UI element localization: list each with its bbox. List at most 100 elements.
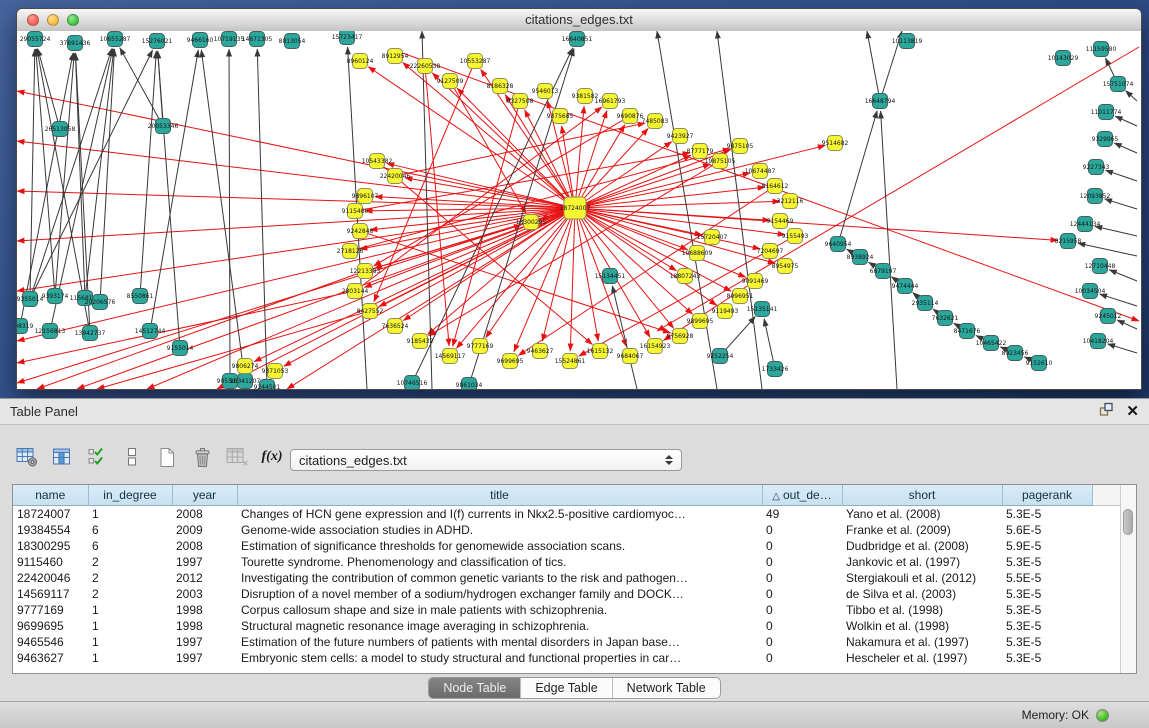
graph-node[interactable]: 9115460 [342,204,369,219]
graph-node[interactable]: 8960124 [347,54,374,69]
graph-node[interactable]: 15134451 [595,269,626,284]
row-selection-mode-button[interactable] [84,444,110,470]
graph-node[interactable]: 8164612 [762,179,789,194]
graph-node[interactable]: 9463627 [527,344,554,359]
graph-node[interactable]: 9777169 [467,339,494,354]
graph-node[interactable]: 2935114 [912,296,939,311]
graph-node[interactable]: 12710448 [1085,259,1116,274]
graph-node[interactable]: 8215958 [1055,234,1082,249]
graph-node[interactable]: 22420046 [380,169,411,184]
graph-node[interactable]: 15276021 [142,34,173,49]
graph-node[interactable]: 15524861 [555,354,586,369]
graph-node[interactable]: 9127509 [437,74,464,89]
graph-node[interactable]: 3212116 [777,194,804,209]
graph-node[interactable]: 10543382 [362,154,393,169]
column-header-out_de[interactable]: △out_de… [762,485,842,506]
graph-node[interactable]: 26513058 [45,122,76,137]
graph-node[interactable]: 2803144 [342,284,369,299]
graph-node[interactable]: 10113819 [892,34,923,49]
graph-node[interactable]: 9154469 [767,214,794,229]
table-row[interactable]: 1456911722003Disruption of a novel membe… [13,586,1123,602]
graph-node[interactable]: 15720407 [697,230,728,245]
graph-node[interactable]: 9393174 [42,289,69,304]
graph-node[interactable]: 1733426 [762,362,789,377]
graph-node[interactable]: 8813054 [279,34,306,49]
graph-node[interactable]: 9355014 [17,292,44,307]
table-row[interactable]: 977716911998Corpus callosum shape and si… [13,602,1123,618]
graph-node[interactable]: 7204697 [757,244,784,259]
graph-node[interactable]: 20053346 [148,119,179,134]
window-titlebar[interactable]: citations_edges.txt [17,9,1141,32]
import-table-disabled-button[interactable]: ✕ [224,444,250,470]
graph-node[interactable]: 8923456 [1002,346,1029,361]
column-header-in_degree[interactable]: in_degree [88,485,172,506]
graph-node[interactable]: 9684067 [617,349,644,364]
tab-node-table[interactable]: Node Table [429,678,520,698]
graph-node[interactable]: 9899695 [687,314,714,329]
graph-node[interactable]: 10418204 [1083,334,1114,349]
graph-node[interactable]: 19875105 [705,154,736,169]
graph-node[interactable]: 9466160 [187,33,214,48]
table-vertical-scrollbar[interactable] [1120,485,1136,673]
close-panel-icon[interactable]: ✕ [1126,405,1139,419]
graph-node[interactable]: 8777179 [687,144,714,159]
graph-node[interactable]: 22260538 [410,59,441,74]
table-row[interactable]: 1938455462009Genome-wide association stu… [13,522,1123,538]
graph-node[interactable]: 10553287 [460,54,491,69]
tab-edge-table[interactable]: Edge Table [520,678,611,698]
graph-node[interactable]: 14671305 [242,32,273,47]
graph-node[interactable]: 18724007 [560,197,591,219]
graph-node[interactable]: 9423927 [667,129,694,144]
graph-node[interactable]: 10655287 [100,32,131,47]
network-view-canvas[interactable]: 2905572437691436106552871527602194661601… [17,31,1141,389]
graph-node[interactable]: 8550861 [127,289,154,304]
graph-node[interactable]: 9155014 [167,341,194,356]
graph-node[interactable]: 13942737 [75,326,106,341]
graph-node[interactable]: 9861034 [456,378,483,390]
table-row[interactable]: 946362711997Embryonic stem cells: a mode… [13,650,1123,666]
graph-node[interactable]: 9152610 [1026,356,1053,371]
graph-node[interactable]: 10143029 [1048,51,1079,66]
graph-node[interactable]: 9806274 [232,359,259,374]
graph-node[interactable]: 9227343 [1083,160,1110,175]
graph-node[interactable]: 11159580 [1086,42,1117,57]
float-panel-icon[interactable] [1099,402,1114,422]
column-header-pagerank[interactable]: pagerank [1002,485,1092,506]
graph-node[interactable]: 16961793 [595,94,626,109]
function-builder-button[interactable]: f(x) [259,444,285,470]
graph-node[interactable]: 7636524 [382,319,409,334]
graph-node[interactable]: 29055724 [20,32,51,47]
graph-node[interactable]: 10674487 [745,164,776,179]
graph-node[interactable]: 15723417 [332,31,363,45]
table-row[interactable]: 1872400712008Changes of HCN gene express… [13,506,1123,523]
graph-node[interactable]: 9329965 [1092,132,1119,147]
table-selector-dropdown[interactable]: citations_edges.txt [290,449,682,471]
graph-node[interactable]: 10746516 [397,376,428,390]
table-row[interactable]: 946554611997Estimation of the future num… [13,634,1123,650]
graph-node[interactable]: 16648794 [865,94,896,109]
graph-node[interactable]: 8912954 [382,49,409,64]
graph-node[interactable]: 18807243 [670,269,701,284]
graph-node[interactable]: 10034504 [1075,284,1106,299]
graph-node[interactable]: 9699695 [497,354,524,369]
graph-node[interactable]: 9245012 [1095,309,1122,324]
table-row[interactable]: 2242004622012Investigating the contribut… [13,570,1123,586]
tab-network-table[interactable]: Network Table [612,678,720,698]
graph-node[interactable]: 7485083 [642,114,669,129]
scrollbar-thumb[interactable] [1123,509,1133,535]
graph-node[interactable]: 9375685 [547,109,574,124]
graph-node[interactable]: 16640851 [562,32,593,47]
graph-node[interactable]: 9398319 [17,319,34,334]
create-table-button[interactable] [154,444,180,470]
table-row[interactable]: 1830029562008Estimation of significance … [13,538,1123,554]
column-header-short[interactable]: short [842,485,1002,506]
graph-node[interactable]: 14569117 [435,349,466,364]
graph-node[interactable]: 14512744 [135,324,166,339]
column-header-name[interactable]: name [13,485,88,506]
graph-node[interactable]: 9242848 [347,224,374,239]
graph-node[interactable]: 12156813 [35,324,66,339]
graph-node[interactable]: 9474444 [892,279,919,294]
graph-node[interactable]: 9756928 [667,329,694,344]
graph-node[interactable]: 9327508 [507,94,534,109]
graph-node[interactable]: 9514682 [822,136,849,151]
